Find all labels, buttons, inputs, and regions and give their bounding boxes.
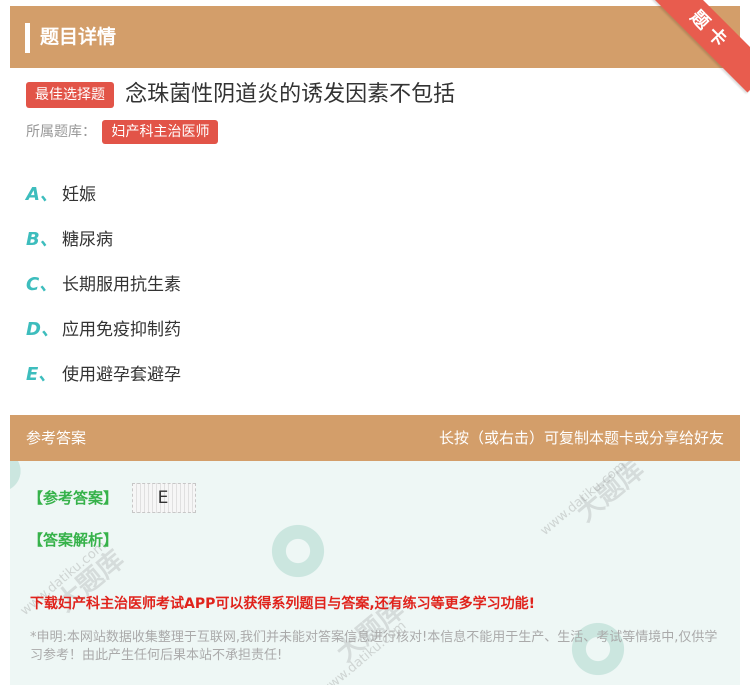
option-text: 糖尿病 [62, 230, 113, 250]
answer-section-header: 参考答案 长按（或右击）可复制本题卡或分享给好友 [10, 415, 740, 461]
option-text: 长期服用抗生素 [62, 275, 181, 295]
header-accent-bar [25, 23, 30, 53]
question-text: 念珠菌性阴道炎的诱发因素不包括 [125, 82, 456, 107]
option-letter: A、 [26, 183, 58, 205]
option-c[interactable]: C、 长期服用抗生素 [26, 260, 181, 305]
option-e[interactable]: E、 使用避孕套避孕 [26, 350, 181, 395]
app-download-promo[interactable]: 下载妇产科主治医师考试APP可以获得系列题目与答案,还有练习等更多学习功能! [30, 593, 535, 613]
option-list: A、 妊娠 B、 糖尿病 C、 长期服用抗生素 D、 应用免疫抑制药 E、 使用… [26, 170, 181, 395]
answer-section-title: 参考答案 [26, 429, 87, 447]
option-letter: D、 [26, 318, 59, 340]
watermark-logo-icon [260, 513, 336, 589]
watermark-logo-icon [10, 461, 30, 501]
option-letter: E、 [26, 363, 57, 385]
share-hint: 长按（或右击）可复制本题卡或分享给好友 [438, 429, 724, 447]
question-bank-label: 所属题库： [26, 124, 96, 140]
question-block: 最佳选择题 念珠菌性阴道炎的诱发因素不包括 [26, 80, 726, 110]
analysis-label: 【答案解析】 [28, 531, 119, 549]
option-b[interactable]: B、 糖尿病 [26, 215, 181, 260]
question-type-badge: 最佳选择题 [26, 82, 114, 108]
option-text: 使用避孕套避孕 [62, 365, 181, 385]
question-bank-badge[interactable]: 妇产科主治医师 [102, 120, 219, 144]
option-letter: B、 [26, 228, 58, 250]
option-letter: C、 [26, 273, 58, 295]
header-title: 题目详情 [40, 26, 117, 48]
detail-header: 题目详情 [10, 6, 740, 68]
answer-value: E [132, 483, 196, 513]
answer-section-body: 大题库 大题库 大题库 www.datiku.com www.datiku.co… [10, 461, 740, 685]
disclaimer-text: *申明:本网站数据收集整理于互联网,我们并未能对答案信息进行核对!本信息不能用于… [30, 630, 718, 663]
option-a[interactable]: A、 妊娠 [26, 170, 181, 215]
option-text: 应用免疫抑制药 [62, 320, 181, 340]
option-d[interactable]: D、 应用免疫抑制药 [26, 305, 181, 350]
question-bank-row: 所属题库： 妇产科主治医师 [26, 119, 219, 145]
option-text: 妊娠 [62, 185, 96, 205]
answer-label: 【参考答案】 [28, 489, 119, 507]
